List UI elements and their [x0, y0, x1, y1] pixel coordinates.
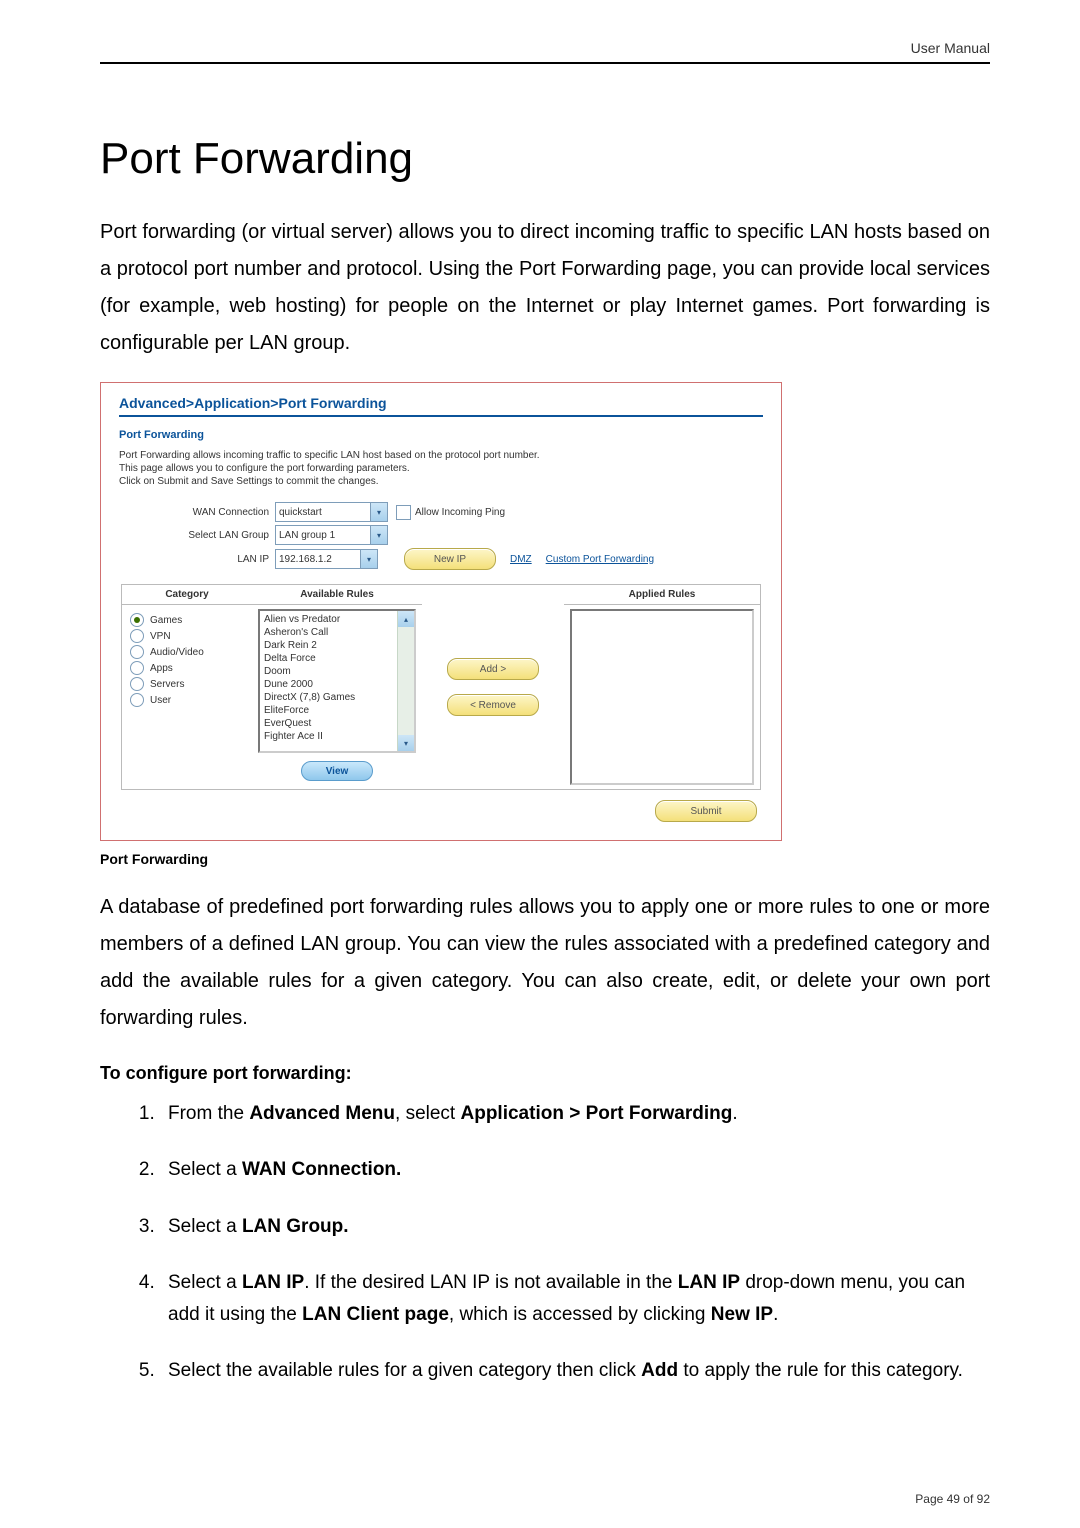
applied-rules-listbox[interactable] [570, 609, 754, 785]
lan-group-select[interactable]: LAN group 1 ▾ [275, 525, 388, 545]
chevron-up-icon[interactable]: ▴ [398, 611, 414, 627]
list-item[interactable]: Doom [264, 665, 410, 678]
lan-ip-label: LAN IP [119, 554, 275, 565]
available-rules-header: Available Rules [252, 585, 422, 605]
step-5: Select the available rules for a given c… [160, 1355, 990, 1387]
lan-ip-select[interactable]: 192.168.1.2 ▾ [275, 549, 378, 569]
list-item[interactable]: DirectX (7,8) Games [264, 691, 410, 704]
router-ui-figure: Advanced>Application>Port Forwarding Por… [100, 382, 782, 841]
category-radio-vpn[interactable]: VPN [130, 629, 244, 643]
category-radio-games[interactable]: Games [130, 613, 244, 627]
list-item[interactable]: EliteForce [264, 704, 410, 717]
remove-button[interactable]: < Remove [447, 694, 539, 716]
rules-panel: Category Games VPN Audio/Video Apps Serv… [121, 584, 761, 790]
panel-description: Port Forwarding allows incoming traffic … [119, 449, 763, 488]
breadcrumb: Advanced>Application>Port Forwarding [119, 395, 763, 417]
step-4: Select a LAN IP. If the desired LAN IP i… [160, 1267, 990, 1332]
chevron-down-icon: ▾ [360, 550, 377, 568]
view-button[interactable]: View [301, 761, 373, 781]
add-button[interactable]: Add > [447, 658, 539, 680]
new-ip-button[interactable]: New IP [404, 548, 496, 570]
radio-icon [130, 613, 144, 627]
chevron-down-icon: ▾ [370, 526, 387, 544]
figure-caption: Port Forwarding [100, 851, 990, 867]
category-radio-servers[interactable]: Servers [130, 677, 244, 691]
custom-port-forwarding-link[interactable]: Custom Port Forwarding [546, 554, 654, 565]
submit-button[interactable]: Submit [655, 800, 757, 822]
category-header: Category [122, 585, 252, 605]
page-title: Port Forwarding [100, 134, 990, 184]
radio-icon [130, 629, 144, 643]
wan-label: WAN Connection [119, 507, 275, 518]
radio-icon [130, 645, 144, 659]
applied-rules-header: Applied Rules [564, 585, 760, 605]
list-item[interactable]: Delta Force [264, 652, 410, 665]
chevron-down-icon: ▾ [370, 503, 387, 521]
available-rules-listbox[interactable]: Alien vs Predator Asheron's Call Dark Re… [258, 609, 416, 753]
wan-connection-select[interactable]: quickstart ▾ [275, 502, 388, 522]
scrollbar[interactable]: ▴ ▾ [397, 611, 414, 751]
header-rule [100, 62, 990, 64]
list-item[interactable]: Fighter Ace II [264, 730, 410, 743]
configure-subheading: To configure port forwarding: [100, 1063, 990, 1084]
radio-icon [130, 693, 144, 707]
radio-icon [130, 661, 144, 675]
list-item[interactable]: Asheron's Call [264, 626, 410, 639]
intro-paragraph: Port forwarding (or virtual server) allo… [100, 214, 990, 362]
step-2: Select a WAN Connection. [160, 1154, 990, 1186]
list-item[interactable]: Dune 2000 [264, 678, 410, 691]
panel-title: Port Forwarding [119, 429, 763, 441]
radio-icon [130, 677, 144, 691]
list-item[interactable]: Dark Rein 2 [264, 639, 410, 652]
step-1: From the Advanced Menu, select Applicati… [160, 1098, 990, 1130]
lan-group-label: Select LAN Group [119, 530, 275, 541]
list-item[interactable]: EverQuest [264, 717, 410, 730]
category-radio-user[interactable]: User [130, 693, 244, 707]
category-radio-apps[interactable]: Apps [130, 661, 244, 675]
dmz-link[interactable]: DMZ [510, 554, 532, 565]
second-paragraph: A database of predefined port forwarding… [100, 889, 990, 1037]
category-radio-audio-video[interactable]: Audio/Video [130, 645, 244, 659]
checkbox-icon [396, 505, 411, 520]
steps-list: From the Advanced Menu, select Applicati… [100, 1098, 990, 1388]
allow-ping-checkbox[interactable]: Allow Incoming Ping [396, 505, 505, 520]
page-footer: Page 49 of 92 [915, 1492, 990, 1506]
chevron-down-icon[interactable]: ▾ [398, 735, 414, 751]
list-item[interactable]: Alien vs Predator [264, 613, 410, 626]
header-doc-label: User Manual [100, 40, 990, 62]
step-3: Select a LAN Group. [160, 1211, 990, 1243]
